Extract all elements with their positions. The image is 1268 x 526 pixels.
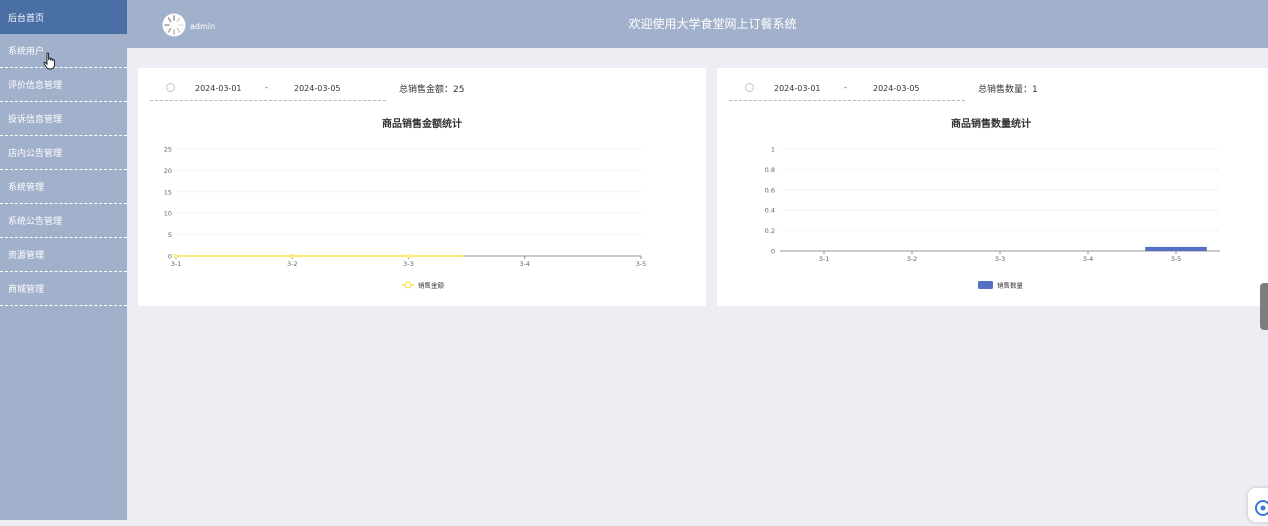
x-tick-label: 3-3 bbox=[403, 260, 414, 268]
x-tick-label: 3-2 bbox=[907, 255, 918, 263]
sidebar-item-home[interactable]: 后台首页 bbox=[0, 0, 127, 34]
sidebar-item-review-management[interactable]: 评价信息管理 bbox=[0, 68, 127, 102]
sidebar-item-system-management[interactable]: 系统管理 bbox=[0, 170, 127, 204]
sales-quantity-bar-chart: 0 0.2 0.4 0.6 0.8 1 3-1 3-2 3-3 3-4 3-5 销售数量 bbox=[765, 146, 1220, 290]
sales-quantity-card: 2024-03-01 - 2024-03-05 总销售数量：1 商品销售数量统计… bbox=[717, 68, 1268, 306]
sales-amount-card: 2024-03-01 - 2024-03-05 总销售金额：25 商品销售金额统… bbox=[138, 68, 706, 306]
sidebar-item-label: 后台首页 bbox=[8, 13, 45, 24]
sidebar-item-label: 系统管理 bbox=[8, 183, 45, 193]
y-tick-label: 0.2 bbox=[765, 227, 775, 235]
sidebar-item-label: 投诉信息管理 bbox=[8, 115, 63, 125]
data-point bbox=[406, 254, 411, 258]
y-tick-label: 0.8 bbox=[765, 166, 775, 174]
x-tick-label: 3-5 bbox=[1171, 255, 1182, 263]
legend-label: 销售数量 bbox=[997, 281, 1024, 290]
sales-amount-line-chart: 05101520253-1 3-2 3-3 3-4 3-5销售金额 bbox=[164, 146, 647, 290]
data-point bbox=[174, 254, 178, 258]
bar bbox=[1145, 246, 1207, 251]
x-tick-label: 3-4 bbox=[519, 260, 530, 268]
sidebar-item-label: 商城管理 bbox=[8, 285, 45, 295]
sidebar: 后台首页 系统用户 评价信息管理 投诉信息管理 店内公告管理 系统管理 系统公告… bbox=[0, 0, 127, 520]
floating-help-button[interactable] bbox=[1248, 488, 1268, 522]
hand-cursor-icon bbox=[43, 52, 56, 70]
data-point bbox=[290, 254, 295, 258]
sidebar-item-label: 资源管理 bbox=[8, 251, 45, 261]
sidebar-item-store-notice-management[interactable]: 店内公告管理 bbox=[0, 136, 127, 170]
sidebar-item-mall-management[interactable]: 商城管理 bbox=[0, 272, 127, 306]
scrollbar-handle[interactable] bbox=[1260, 283, 1268, 330]
sidebar-item-system-notice-management[interactable]: 系统公告管理 bbox=[0, 204, 127, 238]
y-tick-label: 25 bbox=[164, 146, 172, 154]
sidebar-item-label: 系统公告管理 bbox=[8, 217, 63, 227]
x-tick-label: 3-2 bbox=[287, 260, 298, 268]
y-tick-label: 0.4 bbox=[765, 207, 775, 215]
y-tick-label: 15 bbox=[164, 188, 172, 196]
x-tick-label: 3-5 bbox=[636, 260, 647, 268]
sidebar-item-resource-management[interactable]: 资源管理 bbox=[0, 238, 127, 272]
y-tick-label: 1 bbox=[771, 146, 775, 154]
page-title: 欢迎使用大学食堂网上订餐系统 bbox=[628, 17, 797, 31]
legend-marker bbox=[404, 281, 412, 289]
sidebar-item-system-users[interactable]: 系统用户 bbox=[0, 34, 127, 68]
x-tick-label: 3-1 bbox=[819, 255, 830, 263]
x-tick-label: 3-3 bbox=[995, 255, 1006, 263]
top-header: admin 欢迎使用大学食堂网上订餐系统 bbox=[127, 0, 1268, 48]
legend-label: 销售金额 bbox=[418, 281, 445, 290]
legend-swatch bbox=[978, 281, 993, 289]
y-tick-label: 5 bbox=[168, 231, 172, 239]
support-icon bbox=[1255, 500, 1268, 516]
sidebar-item-label: 系统用户 bbox=[8, 47, 45, 57]
y-tick-label: 0 bbox=[771, 248, 775, 256]
y-tick-label: 10 bbox=[164, 210, 172, 218]
sidebar-item-label: 店内公告管理 bbox=[8, 149, 63, 159]
x-tick-label: 3-4 bbox=[1083, 255, 1094, 263]
x-tick-label: 3-1 bbox=[171, 260, 182, 268]
y-tick-label: 0.6 bbox=[765, 186, 775, 194]
y-tick-label: 20 bbox=[164, 167, 172, 175]
sidebar-item-label: 评价信息管理 bbox=[8, 81, 63, 91]
sidebar-item-complaint-management[interactable]: 投诉信息管理 bbox=[0, 102, 127, 136]
